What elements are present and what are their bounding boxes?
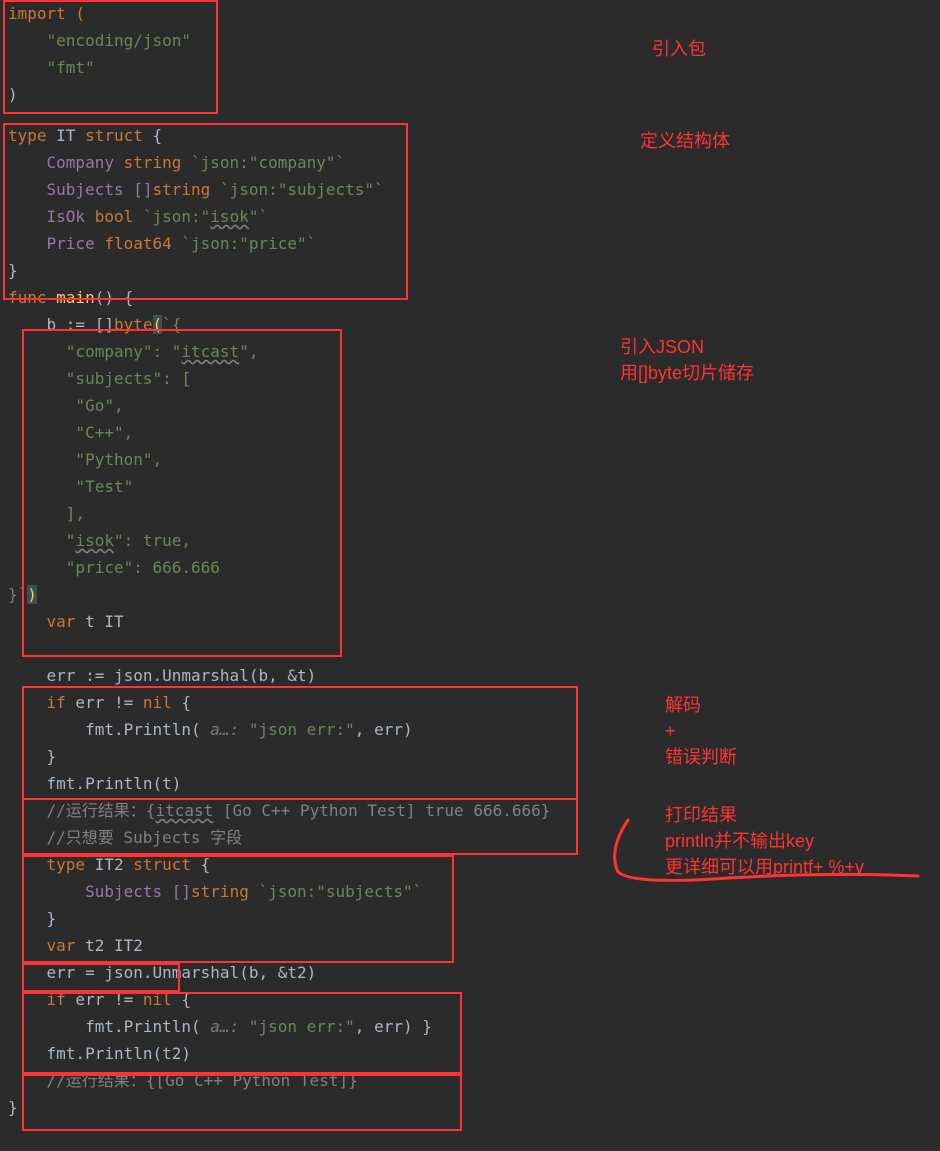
code-line: Company string `json:"company"`: [0, 149, 940, 176]
code-line: //运行结果：{[Go C++ Python Test]}: [0, 1067, 940, 1094]
code-line: "subjects": [: [0, 365, 940, 392]
code-line: err := json.Unmarshal(b, &t): [0, 662, 940, 689]
annotation-text-json: 引入JSON 用[]byte切片储存: [620, 334, 754, 386]
code-line: func main() {: [0, 284, 940, 311]
code-line: err = json.Unmarshal(b, &t2): [0, 959, 940, 986]
code-line: fmt.Println( a…: "json err:", err) }: [0, 1013, 940, 1040]
code-line: "C++",: [0, 419, 940, 446]
code-line: "price": 666.666: [0, 554, 940, 581]
code-line: }: [0, 1094, 940, 1121]
code-line: b := []byte(`{: [0, 311, 940, 338]
string-literal: "encoding/json": [47, 31, 192, 50]
code-line: "Test": [0, 473, 940, 500]
code-line: "isok": true,: [0, 527, 940, 554]
code-line: if err != nil {: [0, 986, 940, 1013]
code-line: Subjects []string `json:"subjects"`: [0, 176, 940, 203]
code-line: ): [0, 81, 940, 108]
code-line: IsOk bool `json:"isok"`: [0, 203, 940, 230]
code-line: import (: [0, 0, 940, 27]
annotation-text-struct: 定义结构体: [640, 128, 730, 154]
code-line: Subjects []string `json:"subjects"`: [0, 878, 940, 905]
code-line: var t2 IT2: [0, 932, 940, 959]
keyword-import: import (: [8, 4, 85, 23]
code-line: "encoding/json": [0, 27, 940, 54]
string-literal: "fmt": [47, 58, 95, 77]
annotation-text-print: 打印结果 println并不输出key 更详细可以用printf+ %+v: [665, 802, 864, 880]
code-line: fmt.Println( a…: "json err:", err): [0, 716, 940, 743]
code-editor[interactable]: import ( "encoding/json" "fmt" ) type IT…: [0, 0, 940, 1121]
code-line: }: [0, 743, 940, 770]
code-line: fmt.Println(t): [0, 770, 940, 797]
code-line: }: [0, 905, 940, 932]
code-line: "fmt": [0, 54, 940, 81]
code-line: var t IT: [0, 608, 940, 635]
code-line: "company": "itcast",: [0, 338, 940, 365]
code-line: "Go",: [0, 392, 940, 419]
code-line: type IT struct {: [0, 122, 940, 149]
annotation-text-import: 引入包: [652, 36, 706, 62]
code-line: "Python",: [0, 446, 940, 473]
code-line: if err != nil {: [0, 689, 940, 716]
code-line: Price float64 `json:"price"`: [0, 230, 940, 257]
code-line: fmt.Println(t2): [0, 1040, 940, 1067]
code-line: }`): [0, 581, 940, 608]
code-line: }: [0, 257, 940, 284]
code-line: ],: [0, 500, 940, 527]
annotation-text-decode: 解码 + 错误判断: [665, 692, 737, 770]
